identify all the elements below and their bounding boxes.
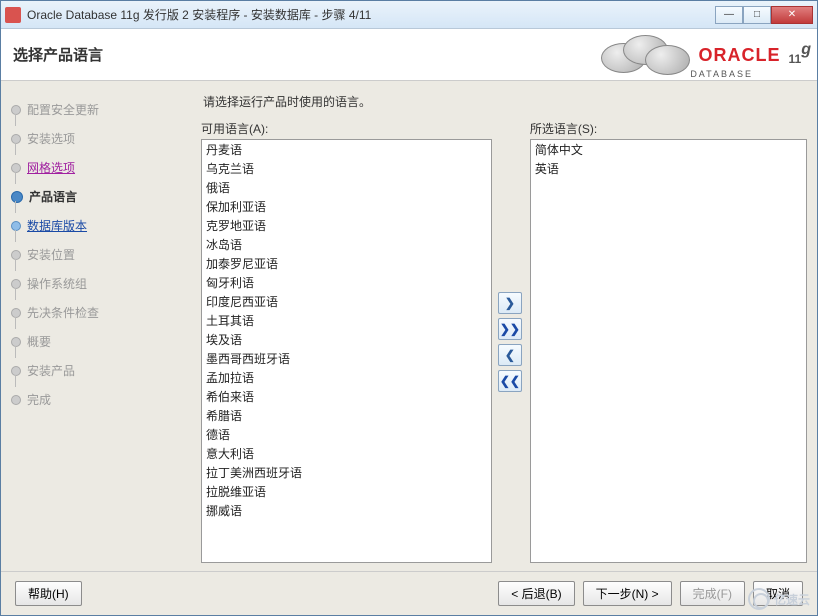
list-item[interactable]: 俄语 <box>202 178 491 197</box>
available-languages-label: 可用语言(A): <box>201 120 492 137</box>
step-dot-icon <box>11 191 23 203</box>
app-icon <box>5 7 21 23</box>
step-dot-icon <box>11 163 21 173</box>
minimize-button[interactable]: — <box>715 6 743 24</box>
footer: 帮助(H) < 后退(B) 下一步(N) > 完成(F) 取消 <box>1 571 817 615</box>
header: 选择产品语言 ORACLE DATABASE 11g <box>1 29 817 81</box>
database-disks-icon <box>601 31 691 79</box>
available-languages-listbox[interactable]: 丹麦语乌克兰语俄语保加利亚语克罗地亚语冰岛语加泰罗尼亚语匈牙利语印度尼西亚语土耳… <box>201 139 492 563</box>
step-dot-icon <box>11 337 21 347</box>
list-item[interactable]: 孟加拉语 <box>202 368 491 387</box>
oracle-wordmark: ORACLE <box>699 45 781 66</box>
wizard-step-2[interactable]: 网格选项 <box>9 153 193 182</box>
list-item[interactable]: 加泰罗尼亚语 <box>202 254 491 273</box>
step-label: 操作系统组 <box>27 275 87 292</box>
step-label: 配置安全更新 <box>27 101 99 118</box>
move-all-left-button[interactable]: ❮❮ <box>498 370 522 392</box>
selected-languages-label: 所选语言(S): <box>530 120 807 137</box>
list-item[interactable]: 英语 <box>531 159 806 178</box>
step-dot-icon <box>11 134 21 144</box>
list-item[interactable]: 挪威语 <box>202 501 491 520</box>
list-item[interactable]: 拉丁美洲西班牙语 <box>202 463 491 482</box>
wizard-step-1: 安装选项 <box>9 124 193 153</box>
list-item[interactable]: 拉脱维亚语 <box>202 482 491 501</box>
watermark-icon <box>748 588 770 610</box>
list-item[interactable]: 墨西哥西班牙语 <box>202 349 491 368</box>
step-label: 产品语言 <box>29 188 77 205</box>
list-item[interactable]: 希伯来语 <box>202 387 491 406</box>
list-item[interactable]: 匈牙利语 <box>202 273 491 292</box>
titlebar: Oracle Database 11g 发行版 2 安装程序 - 安装数据库 -… <box>1 1 817 29</box>
list-item[interactable]: 意大利语 <box>202 444 491 463</box>
list-item[interactable]: 克罗地亚语 <box>202 216 491 235</box>
step-link[interactable]: 网格选项 <box>27 161 75 175</box>
step-label: 安装选项 <box>27 130 75 147</box>
page-title: 选择产品语言 <box>13 44 103 65</box>
step-label: 网格选项 <box>27 159 75 176</box>
back-button[interactable]: < 后退(B) <box>498 581 574 606</box>
list-item[interactable]: 埃及语 <box>202 330 491 349</box>
window-title: Oracle Database 11g 发行版 2 安装程序 - 安装数据库 -… <box>27 6 715 23</box>
finish-button: 完成(F) <box>680 581 745 606</box>
step-dot-icon <box>11 279 21 289</box>
list-item[interactable]: 保加利亚语 <box>202 197 491 216</box>
move-all-right-button[interactable]: ❯❯ <box>498 318 522 340</box>
wizard-step-5: 安装位置 <box>9 240 193 269</box>
watermark: 亿速云 <box>748 588 810 610</box>
step-link[interactable]: 数据库版本 <box>27 219 87 233</box>
wizard-steps-sidebar: 配置安全更新安装选项网格选项产品语言数据库版本安装位置操作系统组先决条件检查概要… <box>1 81 201 571</box>
brand-logo: ORACLE DATABASE 11g <box>601 29 811 81</box>
list-item[interactable]: 希腊语 <box>202 406 491 425</box>
wizard-step-7: 先决条件检查 <box>9 298 193 327</box>
move-left-button[interactable]: ❮ <box>498 344 522 366</box>
wizard-step-0: 配置安全更新 <box>9 95 193 124</box>
step-dot-icon <box>11 366 21 376</box>
list-item[interactable]: 丹麦语 <box>202 140 491 159</box>
wizard-step-4[interactable]: 数据库版本 <box>9 211 193 240</box>
next-button[interactable]: 下一步(N) > <box>583 581 672 606</box>
close-button[interactable]: ✕ <box>771 6 813 24</box>
step-dot-icon <box>11 250 21 260</box>
version-text: 11g <box>789 41 811 70</box>
step-dot-icon <box>11 395 21 405</box>
list-item[interactable]: 印度尼西亚语 <box>202 292 491 311</box>
move-right-button[interactable]: ❯ <box>498 292 522 314</box>
list-item[interactable]: 冰岛语 <box>202 235 491 254</box>
step-label: 概要 <box>27 333 51 350</box>
step-dot-icon <box>11 308 21 318</box>
step-label: 数据库版本 <box>27 217 87 234</box>
database-subtext: DATABASE <box>690 69 753 79</box>
step-dot-icon <box>11 221 21 231</box>
wizard-step-6: 操作系统组 <box>9 269 193 298</box>
wizard-step-8: 概要 <box>9 327 193 356</box>
help-button[interactable]: 帮助(H) <box>15 581 82 606</box>
step-label: 安装位置 <box>27 246 75 263</box>
wizard-step-3: 产品语言 <box>9 182 193 211</box>
list-item[interactable]: 土耳其语 <box>202 311 491 330</box>
list-item[interactable]: 乌克兰语 <box>202 159 491 178</box>
step-label: 完成 <box>27 391 51 408</box>
instruction-text: 请选择运行产品时使用的语言。 <box>201 89 807 120</box>
step-label: 安装产品 <box>27 362 75 379</box>
selected-languages-listbox[interactable]: 简体中文英语 <box>530 139 807 563</box>
list-item[interactable]: 德语 <box>202 425 491 444</box>
maximize-button[interactable]: □ <box>743 6 771 24</box>
list-item[interactable]: 简体中文 <box>531 140 806 159</box>
step-label: 先决条件检查 <box>27 304 99 321</box>
wizard-step-9: 安装产品 <box>9 356 193 385</box>
wizard-step-10: 完成 <box>9 385 193 414</box>
step-dot-icon <box>11 105 21 115</box>
